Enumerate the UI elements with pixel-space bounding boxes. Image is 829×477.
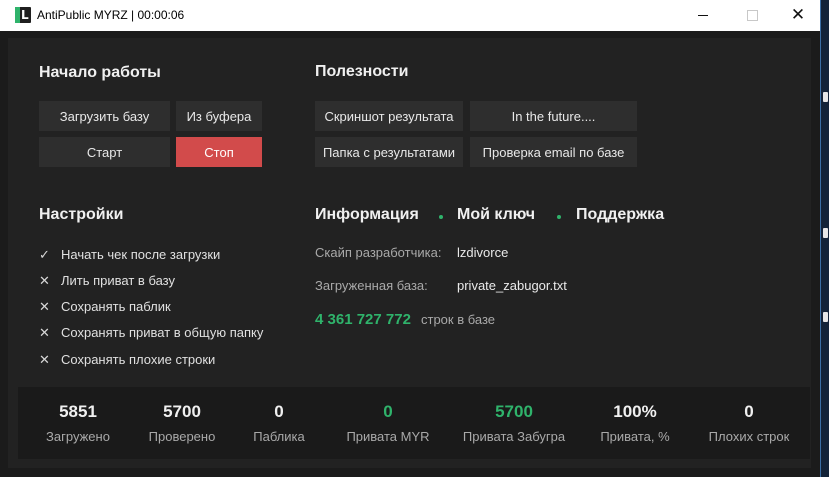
- stat-loaded: 5851 Загружено: [18, 387, 138, 444]
- stat-private-percent: 100% Привата, %: [575, 387, 695, 444]
- screenshot-button[interactable]: Скриншот результата: [315, 101, 463, 131]
- settings-heading: Настройки: [39, 206, 124, 223]
- stat-label: Привата, %: [600, 429, 670, 444]
- email-check-button[interactable]: Проверка email по базе: [470, 137, 637, 167]
- stat-value: 0: [744, 402, 754, 421]
- app-window: L AntiPublic MYRZ | 00:00:06 ✕ Начало ра…: [0, 0, 821, 477]
- app-icon: L: [15, 7, 31, 23]
- window-title: AntiPublic MYRZ | 00:00:06: [37, 8, 185, 22]
- stat-value: 5700: [495, 402, 533, 421]
- close-icon: ✕: [790, 5, 806, 25]
- stat-label: Привата Забугра: [462, 429, 566, 444]
- option-save-private-common[interactable]: ✕ Сохранять приват в общую папку: [39, 325, 263, 343]
- option-label: Лить приват в базу: [61, 273, 175, 288]
- tab-my-key[interactable]: Мой ключ: [457, 206, 535, 224]
- option-private-to-db[interactable]: ✕ Лить приват в базу: [39, 273, 175, 291]
- check-icon: ✓: [39, 248, 50, 263]
- skype-value: lzdivorce: [457, 245, 509, 260]
- stat-label: Плохих строк: [708, 429, 790, 444]
- desktop-icon-fragment: [823, 92, 828, 102]
- stat-value: 100%: [613, 402, 657, 421]
- results-folder-button[interactable]: Папка с результатами: [315, 137, 463, 167]
- start-button[interactable]: Старт: [39, 137, 170, 167]
- stat-private-myr: 0 Привата MYR: [328, 387, 448, 444]
- close-button[interactable]: ✕: [775, 0, 821, 31]
- option-label: Сохранять паблик: [61, 299, 171, 314]
- maximize-button: [729, 0, 775, 31]
- db-value: private_zabugor.txt: [457, 278, 567, 293]
- main-panel: Начало работы Загрузить базу Из буфера С…: [8, 38, 811, 468]
- tab-support[interactable]: Поддержка: [576, 206, 664, 224]
- stat-public: 0 Паблика: [219, 387, 339, 444]
- db-label: Загруженная база:: [315, 278, 428, 293]
- desktop-icon-fragment: [823, 228, 828, 238]
- cross-icon: ✕: [39, 326, 50, 341]
- utilities-heading: Полезности: [315, 63, 409, 80]
- title-bar[interactable]: L AntiPublic MYRZ | 00:00:06 ✕: [0, 0, 820, 31]
- option-label: Сохранять плохие строки: [61, 352, 216, 367]
- minimize-button[interactable]: [680, 0, 726, 31]
- stat-label: Паблика: [253, 429, 305, 444]
- option-label: Сохранять приват в общую папку: [61, 325, 264, 340]
- cross-icon: ✕: [39, 353, 50, 368]
- stat-label: Привата MYR: [346, 429, 430, 444]
- stat-value: 0: [274, 402, 284, 421]
- stop-button[interactable]: Стоп: [176, 137, 262, 167]
- desktop-background: [821, 0, 829, 477]
- stat-value: 5851: [59, 402, 97, 421]
- lines-count: 4 361 727 772: [315, 311, 411, 328]
- cross-icon: ✕: [39, 274, 50, 289]
- app-icon-stripe: [15, 7, 20, 23]
- app-icon-letter: L: [21, 8, 29, 22]
- option-label: Начать чек после загрузки: [61, 247, 221, 262]
- separator-dot: [439, 215, 443, 219]
- minimize-icon: [698, 15, 708, 16]
- stat-label: Загружено: [46, 429, 110, 444]
- start-heading: Начало работы: [39, 64, 161, 81]
- stats-bar: 5851 Загружено 5700 Проверено 0 Паблика …: [18, 387, 810, 459]
- maximize-icon: [747, 10, 758, 21]
- option-start-after-load[interactable]: ✓ Начать чек после загрузки: [39, 247, 220, 265]
- from-clipboard-button[interactable]: Из буфера: [176, 101, 262, 131]
- tab-info[interactable]: Информация: [315, 206, 419, 224]
- lines-label: строк в базе: [421, 312, 496, 327]
- option-save-public[interactable]: ✕ Сохранять паблик: [39, 299, 171, 317]
- future-button[interactable]: In the future....: [470, 101, 637, 131]
- stat-private-abroad: 5700 Привата Забугра: [454, 387, 574, 444]
- separator-dot: [557, 215, 561, 219]
- load-db-button[interactable]: Загрузить базу: [39, 101, 170, 131]
- option-save-bad-lines[interactable]: ✕ Сохранять плохие строки: [39, 352, 215, 370]
- desktop-icon-fragment: [823, 312, 828, 322]
- cross-icon: ✕: [39, 300, 50, 315]
- skype-label: Скайп разработчика:: [315, 245, 442, 260]
- stat-value: 0: [383, 402, 393, 421]
- stat-bad-lines: 0 Плохих строк: [689, 387, 809, 444]
